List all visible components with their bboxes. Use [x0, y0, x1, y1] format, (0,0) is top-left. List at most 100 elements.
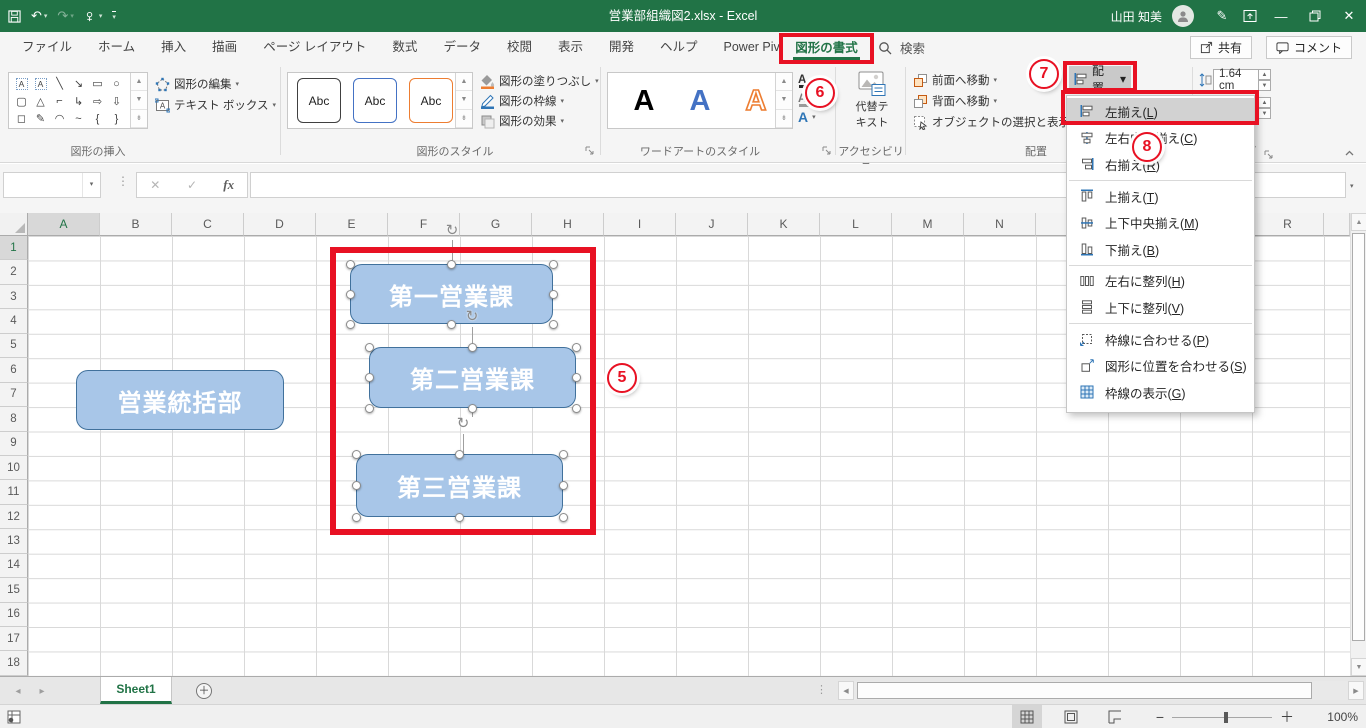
shape-gallery-icon[interactable]: A: [12, 75, 31, 93]
shape-gallery-icon[interactable]: ▢: [12, 93, 31, 111]
wordart-sample-3[interactable]: A: [732, 77, 780, 125]
selection-handle[interactable]: [364, 373, 374, 382]
size-dialog-launcher[interactable]: [1264, 149, 1276, 161]
shape-style-scroll[interactable]: ▲ ▼ ⇟: [455, 73, 472, 128]
selection-handle[interactable]: [558, 512, 568, 522]
enter-formula-icon[interactable]: ✓: [174, 173, 211, 197]
expand-formula-bar-icon[interactable]: ▾: [1350, 182, 1354, 190]
sheet-tab-sheet1[interactable]: Sheet1: [100, 677, 172, 704]
shape-height-field[interactable]: 1.64 cm: [1213, 68, 1259, 92]
shape-gallery-scroll[interactable]: ▲ ▼ ⇟: [130, 73, 147, 128]
page-layout-view-button[interactable]: [1056, 705, 1086, 728]
org-shape[interactable]: 第一営業課: [350, 264, 553, 324]
ribbon-tab[interactable]: ホーム: [85, 32, 148, 63]
shape-gallery-icon[interactable]: ⌐: [50, 93, 69, 111]
user-name[interactable]: 山田 知美: [1111, 8, 1162, 25]
ribbon-tab[interactable]: 表示: [545, 32, 596, 63]
shape-gallery-icon[interactable]: {: [88, 110, 107, 128]
column-header-R[interactable]: R: [1252, 213, 1324, 236]
sheet-nav-left-icon[interactable]: ◂: [8, 677, 28, 705]
column-header-N[interactable]: N: [964, 213, 1036, 236]
shape-gallery-icon[interactable]: ◠: [50, 110, 69, 128]
shape-gallery-icon[interactable]: ╲: [50, 75, 69, 93]
bring-forward-button[interactable]: 前面へ移動 ▾: [913, 72, 997, 88]
row-header-17[interactable]: 17: [0, 627, 28, 652]
shape-gallery[interactable]: A A ╲ ↘ ▭ ○ ▢ △ ⌐ ↳ ⇨ ⇩ ◻ ✎ ◠ ~{} ▲ ▼ ⇟: [8, 72, 148, 129]
selection-handle[interactable]: [468, 403, 477, 413]
collapse-ribbon-icon[interactable]: [1344, 148, 1355, 162]
row-header-18[interactable]: 18: [0, 651, 28, 676]
edit-shape-button[interactable]: 図形の編集 ▾: [155, 76, 239, 92]
text-effects-button[interactable]: A ▾: [798, 109, 816, 125]
wordart-scroll[interactable]: ▲ ▼ ⇟: [775, 73, 792, 128]
shape-gallery-icon[interactable]: ↘: [69, 75, 88, 93]
row-header-8[interactable]: 8: [0, 407, 28, 432]
menu-item-align-middle[interactable]: 上下中央揃え(M): [1067, 209, 1254, 236]
selection-pane-button[interactable]: オブジェクトの選択と表示: [913, 114, 1070, 130]
shape-gallery-icon[interactable]: ↳: [69, 93, 88, 111]
selection-handle[interactable]: [447, 259, 456, 269]
vertical-scrollbar[interactable]: ▲ ▼: [1350, 213, 1366, 676]
menu-item-align-right[interactable]: 右揃え(R): [1067, 151, 1254, 178]
column-header-G[interactable]: G: [460, 213, 532, 236]
row-header-6[interactable]: 6: [0, 358, 28, 383]
ribbon-tab[interactable]: 挿入: [148, 32, 199, 63]
user-avatar[interactable]: [1172, 5, 1194, 27]
menu-item-snap-to-grid[interactable]: 枠線に合わせる(P): [1067, 326, 1254, 353]
zoom-level[interactable]: 100%: [1318, 710, 1358, 724]
shape-gallery-icon[interactable]: ⇨: [88, 93, 107, 111]
menu-item-gridlines[interactable]: 枠線の表示(G): [1067, 379, 1254, 406]
column-header-M[interactable]: M: [892, 213, 964, 236]
ribbon-tab[interactable]: 校閲: [494, 32, 545, 63]
selection-handle[interactable]: [455, 449, 464, 459]
row-header-3[interactable]: 3: [0, 284, 28, 310]
name-box[interactable]: ▾: [3, 172, 101, 198]
tab-shape-format[interactable]: 図形の書式: [779, 33, 874, 64]
horizontal-scrollbar[interactable]: ◀ ▶: [838, 681, 1364, 700]
selection-handle[interactable]: [447, 319, 456, 329]
shape-gallery-icon[interactable]: ✎: [31, 110, 50, 128]
selection-handle[interactable]: [364, 403, 374, 413]
column-header-H[interactable]: H: [532, 213, 604, 236]
ribbon-tab[interactable]: 描画: [199, 32, 250, 63]
menu-item-snap-to-shape[interactable]: 図形に位置を合わせる(S): [1067, 352, 1254, 379]
row-header-7[interactable]: 7: [0, 382, 28, 408]
org-shape[interactable]: 第二営業課: [369, 347, 576, 408]
selection-handle[interactable]: [548, 319, 558, 329]
column-header-A[interactable]: A: [28, 213, 100, 236]
selection-handle[interactable]: [351, 449, 361, 459]
ribbon-tab[interactable]: ファイル: [9, 32, 85, 63]
send-backward-button[interactable]: 背面へ移動 ▾: [913, 93, 997, 109]
selection-handle[interactable]: [364, 342, 374, 352]
cancel-formula-icon[interactable]: ✕: [137, 173, 174, 197]
selection-handle[interactable]: [558, 481, 568, 490]
shape-style-gallery[interactable]: Abc Abc Abc ▲ ▼ ⇟: [287, 72, 473, 129]
new-sheet-button[interactable]: ＋: [196, 683, 212, 699]
shape-height-spinner[interactable]: ▲ ▼: [1258, 69, 1271, 91]
arrange-button[interactable]: 配置 ▾: [1069, 64, 1131, 95]
column-header-B[interactable]: B: [100, 213, 172, 236]
column-header-D[interactable]: D: [244, 213, 316, 236]
selection-handle[interactable]: [345, 289, 355, 299]
search-control[interactable]: 検索: [878, 32, 925, 63]
selection-handle[interactable]: [345, 259, 355, 269]
zoom-slider[interactable]: − ＋: [1148, 707, 1302, 727]
horizontal-scroll-thumb[interactable]: [857, 682, 1312, 699]
selection-handle[interactable]: [455, 512, 464, 522]
row-header-2[interactable]: 2: [0, 260, 28, 285]
shape-fill-button[interactable]: 図形の塗りつぶし ▾: [480, 73, 599, 89]
tabbar-splitter[interactable]: ⋮: [816, 683, 827, 696]
selection-handle[interactable]: [351, 481, 361, 490]
shape-gallery-icon[interactable]: △: [31, 93, 50, 111]
menu-item-distribute-horizontal[interactable]: 左右に整列(H): [1067, 268, 1254, 295]
selection-handle[interactable]: [571, 403, 581, 413]
row-header-9[interactable]: 9: [0, 431, 28, 456]
row-header-12[interactable]: 12: [0, 504, 28, 530]
ribbon-tab[interactable]: 数式: [379, 32, 430, 63]
select-all-corner[interactable]: [0, 213, 28, 236]
row-header-1[interactable]: 1: [0, 236, 28, 261]
column-header-K[interactable]: K: [748, 213, 820, 236]
close-button[interactable]: ✕: [1332, 0, 1366, 32]
selection-handle[interactable]: [351, 512, 361, 522]
selection-handle[interactable]: [548, 289, 558, 299]
